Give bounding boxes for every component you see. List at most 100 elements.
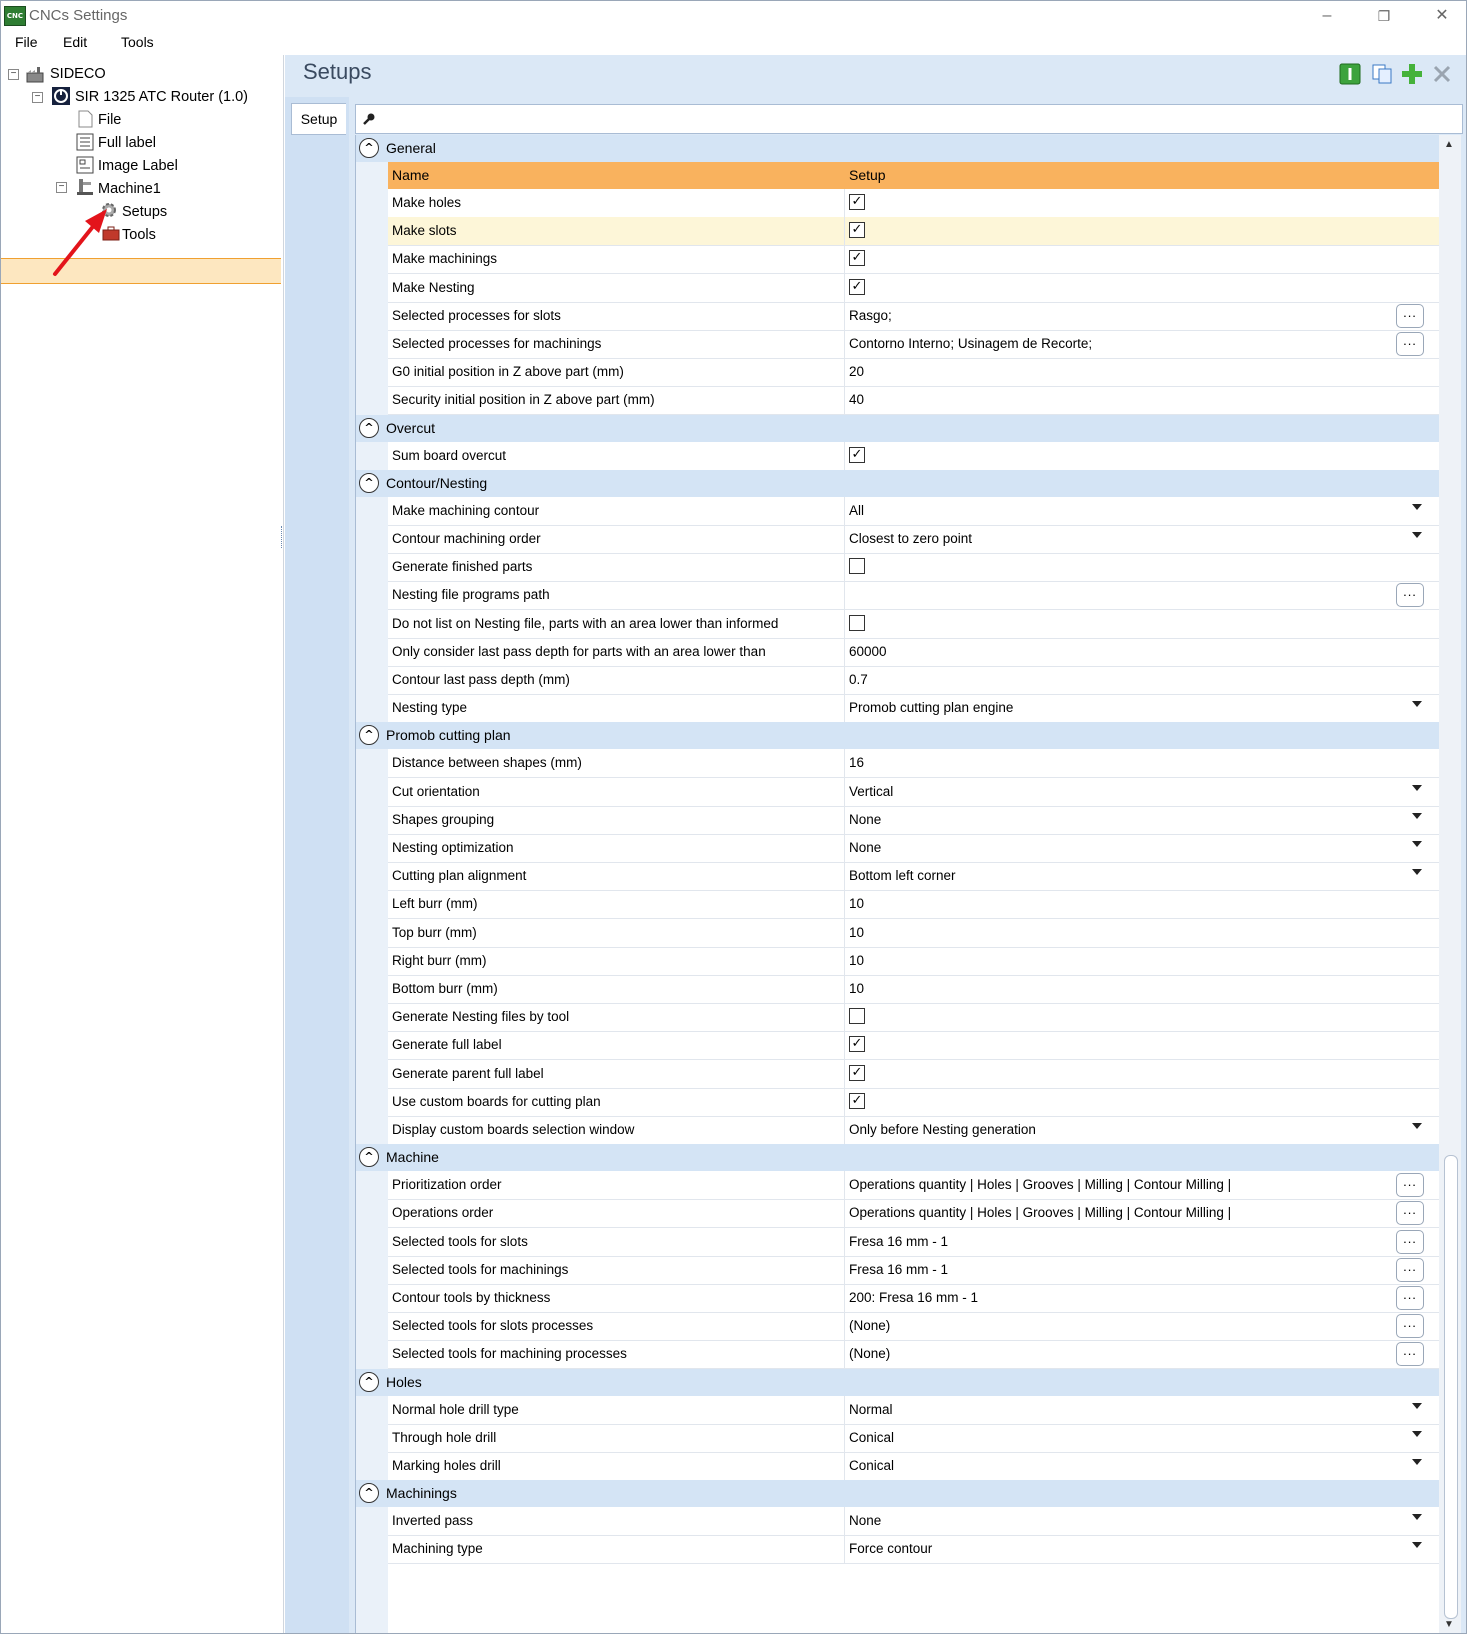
collapse-category-icon[interactable]: ^ xyxy=(359,725,379,746)
chevron-down-icon[interactable] xyxy=(1412,1123,1422,1129)
property-checkbox[interactable] xyxy=(849,615,865,631)
chevron-down-icon[interactable] xyxy=(1412,1459,1422,1465)
property-row[interactable]: Distance between shapes (mm) 16 xyxy=(388,749,1440,778)
tree-item-setups[interactable]: Setups xyxy=(122,201,167,223)
property-value[interactable]: 200: Fresa 16 mm - 1 xyxy=(849,1290,978,1305)
property-value[interactable]: Conical xyxy=(849,1430,894,1445)
property-row[interactable]: Selected tools for slots processes (None)… xyxy=(388,1312,1440,1341)
property-value[interactable]: 10 xyxy=(849,981,864,996)
property-row[interactable]: Generate finished parts xyxy=(388,553,1440,582)
property-value[interactable]: Conical xyxy=(849,1458,894,1473)
menu-edit[interactable]: Edit xyxy=(63,34,87,50)
property-value[interactable]: Force contour xyxy=(849,1541,932,1556)
property-row[interactable]: Make slots ✓ xyxy=(388,217,1440,246)
property-value[interactable]: (None) xyxy=(849,1318,890,1333)
property-row[interactable]: Selected tools for slots Fresa 16 mm - 1.… xyxy=(388,1228,1440,1257)
ellipsis-button[interactable]: ... xyxy=(1396,1258,1424,1282)
property-row[interactable]: Normal hole drill type Normal xyxy=(388,1396,1440,1425)
property-value[interactable]: (None) xyxy=(849,1346,890,1361)
property-row[interactable]: Make Nesting ✓ xyxy=(388,274,1440,303)
property-checkbox[interactable]: ✓ xyxy=(849,279,865,295)
property-row[interactable]: Prioritization order Operations quantity … xyxy=(388,1171,1440,1200)
property-row[interactable]: Selected tools for machining processes (N… xyxy=(388,1340,1440,1369)
minimize-icon[interactable]: – xyxy=(1304,3,1350,29)
chevron-down-icon[interactable] xyxy=(1412,1514,1422,1520)
property-row[interactable]: Inverted pass None xyxy=(388,1507,1440,1536)
property-checkbox[interactable]: ✓ xyxy=(849,250,865,266)
property-value[interactable]: 60000 xyxy=(849,644,887,659)
delete-button[interactable] xyxy=(1431,63,1453,85)
collapse-machine-icon[interactable]: − xyxy=(56,182,67,193)
ellipsis-button[interactable]: ... xyxy=(1396,1286,1424,1310)
property-row[interactable]: Security initial position in Z above par… xyxy=(388,386,1440,415)
property-value[interactable]: Rasgo; xyxy=(849,308,892,323)
ellipsis-button[interactable]: ... xyxy=(1396,1173,1424,1197)
scroll-down-icon[interactable]: ▼ xyxy=(1444,1619,1454,1630)
property-row[interactable]: Make machinings ✓ xyxy=(388,245,1440,274)
property-row[interactable]: Left burr (mm) 10 xyxy=(388,890,1440,919)
chevron-down-icon[interactable] xyxy=(1412,504,1422,510)
tree-item-image-label[interactable]: Image Label xyxy=(98,155,178,177)
property-row[interactable]: Generate full label ✓ xyxy=(388,1031,1440,1060)
property-row[interactable]: G0 initial position in Z above part (mm)… xyxy=(388,358,1440,387)
grid-scrollbar[interactable]: ▲ ▼ xyxy=(1439,135,1461,1633)
collapse-router-icon[interactable]: − xyxy=(32,92,43,103)
property-value[interactable]: Contorno Interno; Usinagem de Recorte; xyxy=(849,336,1092,351)
tree-item-machine[interactable]: Machine1 xyxy=(98,178,161,200)
property-value[interactable]: 10 xyxy=(849,896,864,911)
property-checkbox[interactable]: ✓ xyxy=(849,194,865,210)
category-holes[interactable]: ^ Holes xyxy=(356,1368,1440,1396)
property-value[interactable]: 10 xyxy=(849,953,864,968)
property-value[interactable]: Only before Nesting generation xyxy=(849,1122,1036,1137)
property-row[interactable]: Contour machining order Closest to zero p… xyxy=(388,525,1440,554)
property-row[interactable]: Do not list on Nesting file, parts with … xyxy=(388,610,1440,639)
chevron-down-icon[interactable] xyxy=(1412,785,1422,791)
category-machinings[interactable]: ^ Machinings xyxy=(356,1480,1440,1508)
property-row[interactable]: Contour tools by thickness 200: Fresa 16 … xyxy=(388,1284,1440,1313)
collapse-category-icon[interactable]: ^ xyxy=(359,472,379,493)
property-value[interactable]: Closest to zero point xyxy=(849,531,972,546)
property-checkbox[interactable] xyxy=(849,558,865,574)
menu-tools[interactable]: Tools xyxy=(121,34,154,50)
category-contour-nesting[interactable]: ^ Contour/Nesting xyxy=(356,469,1440,497)
ellipsis-button[interactable]: ... xyxy=(1396,1342,1424,1366)
restore-icon[interactable]: ❐ xyxy=(1361,3,1407,29)
column-header-setup[interactable]: Setup xyxy=(849,167,886,183)
ellipsis-button[interactable]: ... xyxy=(1396,1314,1424,1338)
chevron-down-icon[interactable] xyxy=(1412,869,1422,875)
tree-item-router[interactable]: SIR 1325 ATC Router (1.0) xyxy=(75,86,248,108)
property-value[interactable]: Fresa 16 mm - 1 xyxy=(849,1262,948,1277)
property-row[interactable]: Generate parent full label ✓ xyxy=(388,1060,1440,1089)
chevron-down-icon[interactable] xyxy=(1412,532,1422,538)
tree-item-tools[interactable]: Tools xyxy=(122,224,156,246)
property-value[interactable]: Operations quantity | Holes | Grooves | … xyxy=(849,1205,1231,1220)
property-row[interactable]: Generate Nesting files by tool xyxy=(388,1003,1440,1032)
tree-item-full-label[interactable]: Full label xyxy=(98,132,156,154)
property-value[interactable]: 0.7 xyxy=(849,672,868,687)
property-row[interactable]: Top burr (mm) 10 xyxy=(388,919,1440,948)
property-row[interactable]: Use custom boards for cutting plan ✓ xyxy=(388,1088,1440,1117)
chevron-down-icon[interactable] xyxy=(1412,1542,1422,1548)
add-button[interactable] xyxy=(1401,63,1423,85)
property-checkbox[interactable]: ✓ xyxy=(849,1036,865,1052)
property-value[interactable]: None xyxy=(849,1513,881,1528)
ellipsis-button[interactable]: ... xyxy=(1396,583,1424,607)
property-row[interactable]: Cutting plan alignment Bottom left corner xyxy=(388,862,1440,891)
property-row[interactable]: Through hole drill Conical xyxy=(388,1424,1440,1453)
property-checkbox[interactable]: ✓ xyxy=(849,447,865,463)
ellipsis-button[interactable]: ... xyxy=(1396,1230,1424,1254)
property-value[interactable]: Vertical xyxy=(849,784,893,799)
property-value[interactable]: Operations quantity | Holes | Grooves | … xyxy=(849,1177,1231,1192)
column-header-name[interactable]: Name xyxy=(392,167,429,183)
property-row[interactable]: Nesting optimization None xyxy=(388,834,1440,863)
collapse-category-icon[interactable]: ^ xyxy=(359,1483,379,1504)
property-row[interactable]: Selected processes for machinings Contorn… xyxy=(388,330,1440,359)
chevron-down-icon[interactable] xyxy=(1412,701,1422,707)
scroll-thumb[interactable] xyxy=(1444,1155,1458,1619)
chevron-down-icon[interactable] xyxy=(1412,1403,1422,1409)
ellipsis-button[interactable]: ... xyxy=(1396,332,1424,356)
property-checkbox[interactable]: ✓ xyxy=(849,1093,865,1109)
ellipsis-button[interactable]: ... xyxy=(1396,1201,1424,1225)
scroll-up-icon[interactable]: ▲ xyxy=(1444,139,1454,150)
property-row[interactable]: Sum board overcut ✓ xyxy=(388,442,1440,471)
